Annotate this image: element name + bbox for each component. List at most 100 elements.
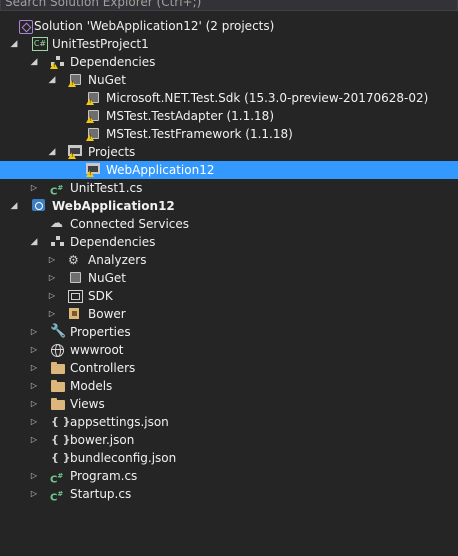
expand-arrow-icon[interactable]: ▷ [28,431,40,449]
tree-item-label: Program.cs [70,469,138,483]
tree-item-label: Dependencies [70,235,156,249]
tree-item-dependencies[interactable]: ◢ Dependencies [0,233,458,251]
tree-item-package[interactable]: MSTest.TestAdapter (1.1.18) [0,107,458,125]
globe-icon [50,343,66,357]
collapse-arrow-icon[interactable]: ◢ [46,143,58,161]
tree-item-label: NuGet [88,271,126,285]
dependencies-warning-icon [50,55,66,69]
connected-services-icon: ☁ [50,216,63,231]
tree-item-label: appsettings.json [70,415,169,429]
tree-item-label: Bower [88,307,126,321]
expand-arrow-icon[interactable]: ▷ [28,179,40,197]
tree-item-controllers[interactable]: ▷ Controllers [0,359,458,377]
csharp-file-icon: C# [50,184,64,198]
tree-item-label: Projects [88,145,136,159]
tree-item-projects[interactable]: ◢ Projects [0,143,458,161]
expand-arrow-icon[interactable]: ▷ [46,305,58,323]
tree-item-views[interactable]: ▷ Views [0,395,458,413]
tree-item-label: MSTest.TestAdapter (1.1.18) [106,109,274,123]
tree-item-label: WebApplication12 [52,199,175,213]
expand-arrow-icon[interactable]: ▷ [28,323,40,341]
collapse-arrow-icon[interactable]: ◢ [28,233,40,251]
tree-item-startup-cs[interactable]: ▷ C# Startup.cs [0,485,458,503]
tree-item-properties[interactable]: ▷ 🔧 Properties [0,323,458,341]
tree-item-project-reference[interactable]: WebApplication12 [0,161,458,179]
expand-arrow-icon[interactable]: ▷ [28,395,40,413]
json-file-icon: { } [51,433,71,446]
collapse-arrow-icon[interactable]: ◢ [8,35,20,53]
expand-arrow-icon[interactable]: ▷ [28,485,40,503]
tree-item-label: Properties [70,325,131,339]
projects-warning-icon [68,145,84,159]
tree-item-bower[interactable]: ▷ Bower [0,305,458,323]
tree-item-unittestproject1[interactable]: ◢ C# UnitTestProject1 [0,35,458,53]
search-solution-explorer[interactable] [0,0,458,11]
package-warning-icon [86,91,102,105]
analyzers-icon: ⚙ [68,253,79,267]
expand-arrow-icon[interactable]: ▷ [46,269,58,287]
wrench-icon: 🔧 [50,324,67,339]
collapse-arrow-icon[interactable]: ◢ [28,53,40,71]
folder-icon [50,397,66,411]
tree-item-solution[interactable]: Solution 'WebApplication12' (2 projects) [0,17,458,35]
tree-item-label: MSTest.TestFramework (1.1.18) [106,127,293,141]
tree-item-label: SDK [88,289,113,303]
tree-item-program-cs[interactable]: ▷ C# Program.cs [0,467,458,485]
package-warning-icon [86,127,102,141]
expand-arrow-icon[interactable]: ▷ [28,359,40,377]
tree-item-bundleconfig-json[interactable]: { } bundleconfig.json [0,449,458,467]
tree-item-appsettings-json[interactable]: ▷ { } appsettings.json [0,413,458,431]
tree-item-sdk[interactable]: ▷ SDK [0,287,458,305]
tree-item-label: UnitTest1.cs [70,181,143,195]
tree-item-package[interactable]: Microsoft.NET.Test.Sdk (15.3.0-preview-2… [0,89,458,107]
expand-arrow-icon[interactable]: ▷ [46,251,58,269]
expand-arrow-icon[interactable]: ▷ [28,341,40,359]
tree-item-webapplication12[interactable]: ◢ WebApplication12 [0,197,458,215]
tree-item-label: Analyzers [88,253,147,267]
tree-item-analyzers[interactable]: ▷ ⚙ Analyzers [0,251,458,269]
solution-icon [18,19,34,34]
collapse-arrow-icon[interactable]: ◢ [46,71,58,89]
nuget-icon [68,271,84,285]
tree-item-label: Solution 'WebApplication12' (2 projects) [34,19,275,33]
expand-arrow-icon[interactable]: ▷ [46,287,58,305]
sdk-icon [68,289,84,303]
tree-item-connected-services[interactable]: ☁ Connected Services [0,215,458,233]
tree-item-label: NuGet [88,73,126,87]
tree-item-nuget[interactable]: ▷ NuGet [0,269,458,287]
tree-item-models[interactable]: ▷ Models [0,377,458,395]
expand-arrow-icon[interactable]: ▷ [28,413,40,431]
tree-item-bower-json[interactable]: ▷ { } bower.json [0,431,458,449]
tree-item-label: bower.json [70,433,135,447]
csharp-file-icon: C# [50,490,64,504]
tree-item-label: Controllers [70,361,136,375]
csharp-file-icon: C# [50,472,64,486]
tree-item-package[interactable]: MSTest.TestFramework (1.1.18) [0,125,458,143]
tree-item-label: Views [70,397,105,411]
folder-icon [50,361,66,375]
tree-item-wwwroot[interactable]: ▷ wwwroot [0,341,458,359]
tree-item-label: Startup.cs [70,487,132,501]
tree-item-nuget[interactable]: ◢ NuGet [0,71,458,89]
tree-item-label: Models [70,379,113,393]
tree-item-label: Connected Services [70,217,190,231]
tree-item-label: Microsoft.NET.Test.Sdk (15.3.0-preview-2… [106,91,429,105]
collapse-arrow-icon[interactable]: ◢ [8,197,20,215]
folder-icon [50,379,66,393]
package-warning-icon [86,109,102,123]
tree-item-label: wwwroot [70,343,124,357]
project-reference-warning-icon [86,163,102,177]
expand-arrow-icon[interactable]: ▷ [28,467,40,485]
search-input[interactable] [5,0,445,10]
tree-item-label: bundleconfig.json [70,451,177,465]
tree-item-dependencies[interactable]: ◢ Dependencies [0,53,458,71]
bower-icon [68,307,84,321]
expand-arrow-icon[interactable]: ▷ [28,377,40,395]
dependencies-icon [50,235,66,249]
csharp-project-icon: C# [32,37,48,51]
json-file-icon: { } [51,415,71,428]
web-project-icon [32,199,48,213]
tree-item-label: WebApplication12 [106,163,215,177]
solution-tree: Solution 'WebApplication12' (2 projects)… [0,17,458,503]
tree-item-unittest1-cs[interactable]: ▷ C# UnitTest1.cs [0,179,458,197]
